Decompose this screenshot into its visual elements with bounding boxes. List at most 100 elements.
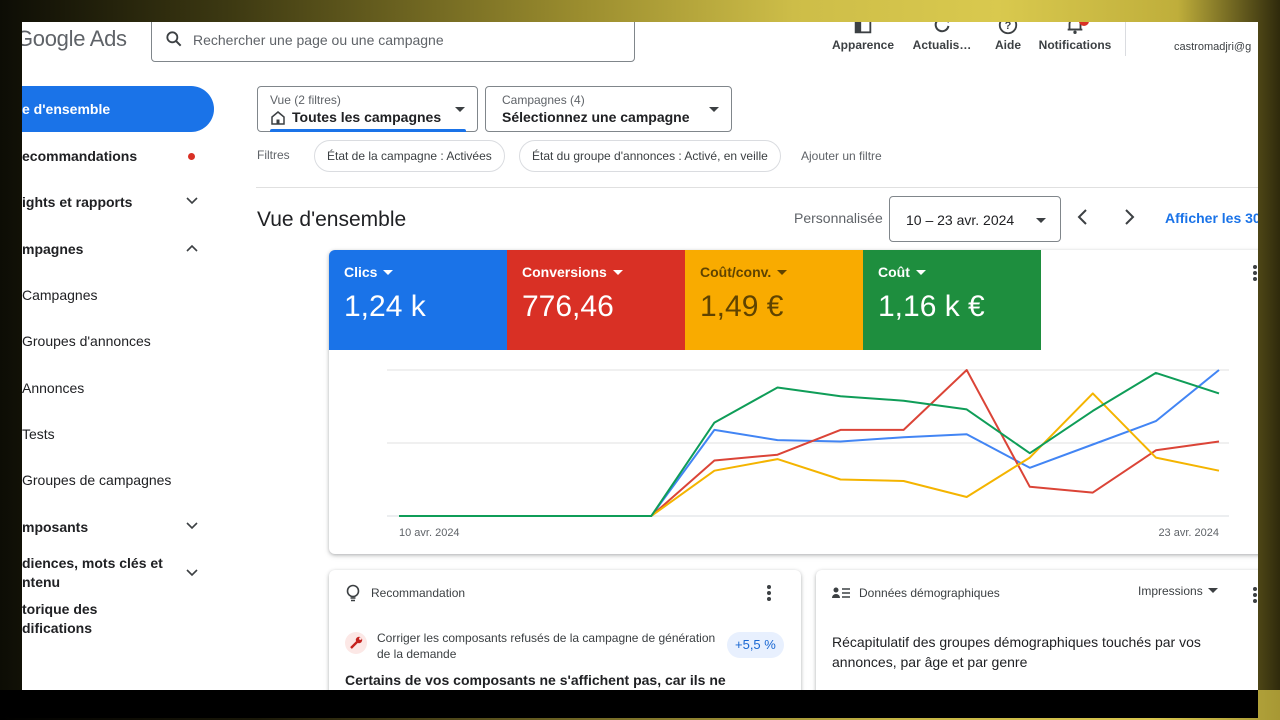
date-preset-label: Personnalisée bbox=[794, 210, 883, 226]
sidebar-item-audiences[interactable]: diences, mots clés et ntenu bbox=[22, 554, 172, 592]
date-range-value: 10 – 23 avr. 2024 bbox=[906, 212, 1015, 228]
metric-value: 1,24 k bbox=[344, 290, 426, 323]
metric-label: Coût/conv. bbox=[700, 264, 787, 280]
sidebar-item-campaigns-group[interactable]: mpagnes bbox=[22, 241, 214, 257]
google-ads-window: Google Ads Rechercher une page ou une ca… bbox=[22, 22, 1258, 690]
metric-value: 1,16 k € bbox=[878, 290, 985, 323]
sidebar-item-ads[interactable]: Annonces bbox=[22, 380, 214, 396]
more-options-icon[interactable] bbox=[766, 584, 772, 602]
sidebar-item-change-history[interactable]: torique des difications bbox=[22, 600, 142, 638]
x-tick-label: 23 avr. 2024 bbox=[1158, 527, 1219, 539]
search-placeholder: Rechercher une page ou une campagne bbox=[193, 32, 444, 48]
refresh-label: Actualis… bbox=[912, 38, 972, 52]
dropdown-arrow-icon bbox=[455, 107, 465, 112]
sidebar-item-label: e d'ensemble bbox=[22, 101, 111, 117]
sidebar-item-label: mposants bbox=[22, 519, 89, 535]
filter-chip-adgroup-status[interactable]: État du groupe d'annonces : Activé, en v… bbox=[519, 140, 781, 172]
metric-label: Conversions bbox=[522, 264, 623, 280]
recommendation-card: Recommandation Corriger les composants r… bbox=[329, 570, 801, 690]
previous-period-icon[interactable] bbox=[1076, 208, 1090, 226]
view-filter-underline bbox=[270, 129, 466, 132]
sidebar-item-campaigns[interactable]: Campagnes bbox=[22, 287, 214, 303]
x-tick-label: 10 avr. 2024 bbox=[399, 527, 460, 539]
home-icon bbox=[271, 111, 285, 125]
lightbulb-icon bbox=[346, 584, 360, 602]
sidebar-item-assets[interactable]: mposants bbox=[22, 519, 214, 535]
filter-divider bbox=[256, 187, 1258, 188]
taskbar-strip bbox=[0, 690, 1258, 718]
google-ads-logo[interactable]: Google Ads bbox=[22, 26, 127, 52]
chevron-down-icon bbox=[186, 197, 198, 205]
chevron-up-icon bbox=[186, 244, 198, 252]
metric-tile-clicks[interactable]: Clics 1,24 k bbox=[329, 250, 507, 350]
account-email[interactable]: castromadjri@g bbox=[1174, 41, 1251, 53]
sidebar-item-label: Campagnes bbox=[22, 287, 98, 303]
campaign-select-dropdown[interactable]: Campagnes (4) Sélectionnez une campagne bbox=[485, 86, 732, 132]
metric-tile-conversions[interactable]: Conversions 776,46 bbox=[507, 250, 685, 350]
campaign-select-value: Sélectionnez une campagne bbox=[502, 109, 690, 125]
svg-text:?: ? bbox=[1005, 22, 1012, 32]
more-options-icon[interactable] bbox=[1252, 264, 1258, 282]
view-filter-caption: Vue (2 filtres) bbox=[270, 93, 341, 107]
sidebar-item-overview[interactable]: e d'ensemble bbox=[22, 86, 214, 132]
uplift-badge: +5,5 % bbox=[727, 632, 784, 658]
campaign-select-caption: Campagnes (4) bbox=[502, 93, 585, 107]
series-line-2 bbox=[399, 392, 1220, 517]
sidebar-item-insights[interactable]: ights et rapports bbox=[22, 194, 214, 210]
chevron-down-icon bbox=[186, 569, 198, 577]
appearance-label: Apparence bbox=[832, 38, 895, 52]
sidebar-item-tests[interactable]: Tests bbox=[22, 426, 214, 442]
sidebar-item-label: Annonces bbox=[22, 380, 85, 396]
sidebar-item-label: Groupes d'annonces bbox=[22, 333, 151, 349]
refresh-icon bbox=[934, 22, 950, 33]
sidebar-item-label: Groupes de campagnes bbox=[22, 472, 172, 488]
sidebar-item-label: mpagnes bbox=[22, 241, 84, 257]
date-range-picker[interactable]: 10 – 23 avr. 2024 bbox=[889, 196, 1061, 242]
search-box[interactable]: Rechercher une page ou une campagne bbox=[151, 22, 635, 62]
sidebar-item-ad-groups[interactable]: Groupes d'annonces bbox=[22, 333, 214, 349]
recommendation-text[interactable]: Corriger les composants refusés de la ca… bbox=[377, 630, 727, 662]
dropdown-arrow-icon bbox=[1036, 218, 1046, 223]
view-filter-value: Toutes les campagnes bbox=[292, 109, 442, 125]
appearance-button[interactable]: Apparence bbox=[832, 22, 894, 52]
performance-line-chart: 10 avr. 2024 23 avr. 2024 bbox=[387, 369, 1229, 539]
sidebar-item-recommendations[interactable]: ecommandations bbox=[22, 148, 214, 164]
demographics-header: Données démographiques bbox=[859, 586, 1000, 600]
metric-label: Clics bbox=[344, 264, 393, 280]
sidebar-item-label: ecommandations bbox=[22, 148, 138, 164]
metric-tile-cost[interactable]: Coût 1,16 k € bbox=[863, 250, 1041, 350]
notifications-button[interactable]: Notifications bbox=[1038, 22, 1112, 52]
series-line-3 bbox=[399, 371, 1220, 517]
demographics-description: Récapitulatif des groupes démographiques… bbox=[832, 634, 1201, 670]
recommendations-dot bbox=[188, 153, 195, 160]
dropdown-arrow-icon bbox=[709, 107, 719, 112]
frame-bottom-band bbox=[0, 690, 1280, 720]
metric-label: Coût bbox=[878, 264, 926, 280]
search-icon bbox=[166, 31, 182, 47]
recommendation-description: Certains de vos composants ne s'affichen… bbox=[345, 672, 726, 688]
demographics-icon bbox=[832, 587, 850, 598]
refresh-button[interactable]: Actualis… bbox=[912, 22, 972, 52]
next-period-icon[interactable] bbox=[1122, 208, 1136, 226]
filter-chip-campaign-status[interactable]: État de la campagne : Activées bbox=[314, 140, 505, 172]
sidebar-item-campaign-groups[interactable]: Groupes de campagnes bbox=[22, 472, 214, 488]
filters-label: Filtres bbox=[257, 148, 290, 162]
view-filter-dropdown[interactable]: Vue (2 filtres) Toutes les campagnes bbox=[257, 86, 478, 132]
metric-value: 1,49 € bbox=[700, 290, 784, 323]
topbar-divider bbox=[1125, 22, 1126, 56]
recommendation-header: Recommandation bbox=[371, 586, 466, 600]
help-label: Aide bbox=[994, 38, 1021, 52]
notifications-label: Notifications bbox=[1038, 38, 1112, 52]
more-options-icon[interactable] bbox=[1252, 586, 1258, 604]
appearance-icon bbox=[854, 22, 872, 34]
metric-tile-cost-per-conv[interactable]: Coût/conv. 1,49 € bbox=[685, 250, 863, 350]
help-icon: ? bbox=[998, 22, 1018, 35]
add-filter-link[interactable]: Ajouter un filtre bbox=[801, 149, 882, 163]
help-button[interactable]: ? Aide bbox=[990, 22, 1026, 52]
demographics-card: Données démographiques Impressions Récap… bbox=[816, 570, 1258, 690]
show-all-link[interactable]: Afficher les 30 bbox=[1165, 210, 1258, 226]
performance-card: Clics 1,24 k Conversions 776,46 Coût/con… bbox=[329, 250, 1258, 554]
sidebar-item-label: Tests bbox=[22, 426, 55, 442]
metric-selector[interactable]: Impressions bbox=[1138, 584, 1218, 598]
page-title: Vue d'ensemble bbox=[257, 208, 407, 231]
